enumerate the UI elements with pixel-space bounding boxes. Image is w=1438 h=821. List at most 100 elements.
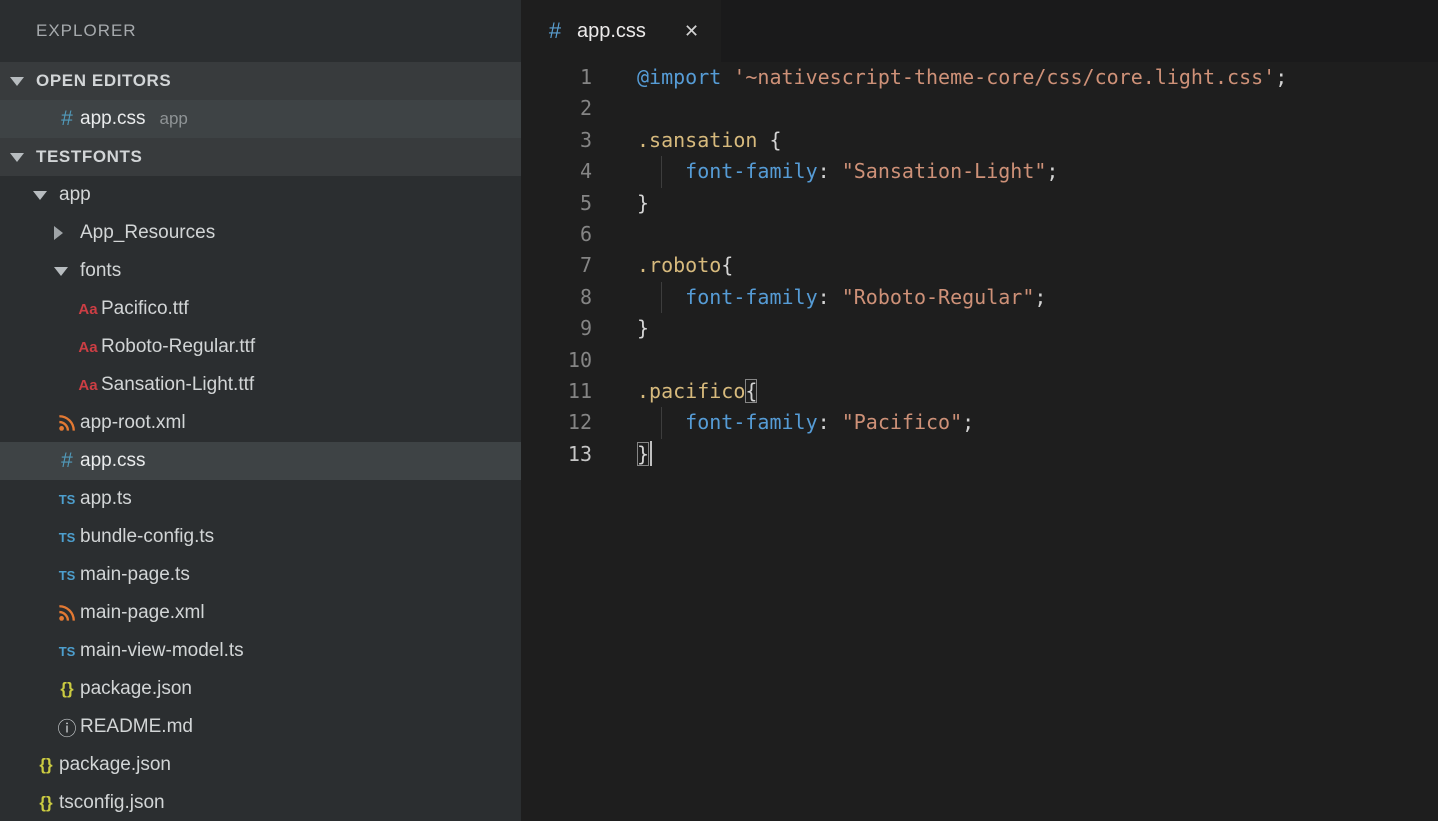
code-line[interactable]: 12 font-family: "Pacifico"; [521, 407, 1438, 438]
editor-area: # app.css ✕ 1 @import '~nativescript-them… [521, 0, 1438, 821]
tree-item-label: main-page.ts [80, 564, 190, 586]
css-file-icon: # [543, 18, 567, 44]
tree-item[interactable]: main-page.xml [0, 594, 521, 632]
code-line[interactable]: 8 font-family: "Roboto-Regular"; [521, 282, 1438, 313]
typescript-file-icon: TS [54, 644, 80, 659]
line-number: 9 [521, 313, 592, 344]
code-line[interactable]: 4 font-family: "Sansation-Light"; [521, 156, 1438, 187]
open-editors-label: OPEN EDITORS [36, 71, 171, 91]
code-text: font-family: "Sansation-Light"; [637, 156, 1058, 187]
code-line[interactable]: 1 @import '~nativescript-theme-core/css/c… [521, 62, 1438, 93]
tree-item[interactable]: TSapp.ts [0, 480, 521, 518]
tree-item-label: package.json [59, 754, 171, 776]
open-editor-item[interactable]: #app.cssapp [0, 100, 521, 138]
json-file-icon: {} [33, 755, 59, 775]
tree-item[interactable]: TSmain-view-model.ts [0, 632, 521, 670]
tree-item-label: app.ts [80, 488, 132, 510]
triangle-expanded-icon [10, 153, 24, 162]
tree-item-label: README.md [80, 716, 193, 738]
chevron-down-icon[interactable] [33, 191, 59, 200]
explorer-sidebar: EXPLORER OPEN EDITORS #app.cssapp TESTFO… [0, 0, 521, 821]
tree-item-label: app-root.xml [80, 412, 186, 434]
triangle-collapsed-icon [54, 226, 63, 240]
line-number: 1 [521, 62, 592, 93]
tab-app-css[interactable]: # app.css ✕ [521, 0, 721, 62]
code-line[interactable]: 9} [521, 313, 1438, 344]
tree-item-label: bundle-config.ts [80, 526, 214, 548]
code-editor[interactable]: 1 @import '~nativescript-theme-core/css/c… [521, 62, 1438, 821]
text-cursor [650, 441, 652, 466]
tab-label: app.css [577, 20, 646, 43]
css-file-icon: # [54, 107, 80, 131]
code-text: } [637, 439, 652, 470]
vscode-window: EXPLORER OPEN EDITORS #app.cssapp TESTFO… [0, 0, 1438, 821]
code-text: .pacifico{ [637, 376, 757, 407]
code-text: } [637, 188, 649, 219]
open-editors-list: #app.cssapp [0, 100, 521, 138]
explorer-title: EXPLORER [0, 0, 521, 62]
tab-bar: # app.css ✕ [521, 0, 1438, 62]
css-file-icon: # [54, 449, 80, 473]
open-editors-header[interactable]: OPEN EDITORS [0, 62, 521, 100]
xml-file-icon [54, 604, 80, 622]
typescript-file-icon: TS [54, 492, 80, 507]
tree-item-label: Pacifico.ttf [101, 298, 189, 320]
tree-item[interactable]: {}package.json [0, 670, 521, 708]
tree-item-label: app.css [80, 450, 145, 472]
readme-info-icon: ⓘ [54, 714, 80, 741]
code-line[interactable]: 7.roboto{ [521, 250, 1438, 281]
xml-file-icon [54, 414, 80, 432]
tree-item[interactable]: AaRoboto-Regular.ttf [0, 328, 521, 366]
tree-item[interactable]: {}tsconfig.json [0, 784, 521, 821]
tree-item[interactable]: {}package.json [0, 746, 521, 784]
code-line[interactable]: 10 [521, 345, 1438, 376]
json-file-icon: {} [33, 793, 59, 813]
line-number: 8 [521, 282, 592, 313]
code-text: @import '~nativescript-theme-core/css/co… [637, 62, 1287, 93]
tree-folder[interactable]: app [0, 176, 521, 214]
tree-folder[interactable]: App_Resources [0, 214, 521, 252]
close-icon[interactable]: ✕ [684, 21, 699, 42]
code-line[interactable]: 5} [521, 188, 1438, 219]
tree-item[interactable]: ⓘREADME.md [0, 708, 521, 746]
json-file-icon: {} [54, 679, 80, 699]
open-editor-label: app.css [80, 108, 145, 130]
tree-item-label: main-page.xml [80, 602, 205, 624]
tree-item-label: fonts [80, 260, 121, 282]
code-text: font-family: "Roboto-Regular"; [637, 282, 1046, 313]
typescript-file-icon: TS [54, 530, 80, 545]
code-text: .roboto{ [637, 250, 733, 281]
line-number: 3 [521, 125, 592, 156]
font-file-icon: Aa [75, 339, 101, 356]
tree-item[interactable]: #app.css [0, 442, 521, 480]
line-number: 6 [521, 219, 592, 250]
chevron-down-icon [10, 77, 36, 86]
code-text: font-family: "Pacifico"; [637, 407, 974, 438]
code-line[interactable]: 2 [521, 93, 1438, 124]
code-line[interactable]: 11 .pacifico{ [521, 376, 1438, 407]
tree-item[interactable]: app-root.xml [0, 404, 521, 442]
code-line[interactable]: 3 .sansation { [521, 125, 1438, 156]
font-file-icon: Aa [75, 377, 101, 394]
tab-icon-slot: # [543, 18, 577, 44]
tree-folder[interactable]: fonts [0, 252, 521, 290]
chevron-down-icon [10, 153, 36, 162]
chevron-down-icon[interactable] [54, 267, 80, 276]
chevron-right-icon[interactable] [54, 226, 80, 240]
code-line[interactable]: 13} [521, 439, 1438, 470]
code-line[interactable]: 6 [521, 219, 1438, 250]
line-number: 11 [521, 376, 592, 407]
tree-item[interactable]: TSmain-page.ts [0, 556, 521, 594]
triangle-expanded-icon [10, 77, 24, 86]
tree-item[interactable]: AaPacifico.ttf [0, 290, 521, 328]
line-number: 5 [521, 188, 592, 219]
tree-item-label: Roboto-Regular.ttf [101, 336, 255, 358]
triangle-expanded-icon [54, 267, 68, 276]
tree-item[interactable]: AaSansation-Light.ttf [0, 366, 521, 404]
line-number: 12 [521, 407, 592, 438]
code-text: .sansation { [637, 125, 782, 156]
workspace-header[interactable]: TESTFONTS [0, 138, 521, 176]
tree-item[interactable]: TSbundle-config.ts [0, 518, 521, 556]
tree-item-label: App_Resources [80, 222, 215, 244]
workspace-label: TESTFONTS [36, 147, 142, 167]
